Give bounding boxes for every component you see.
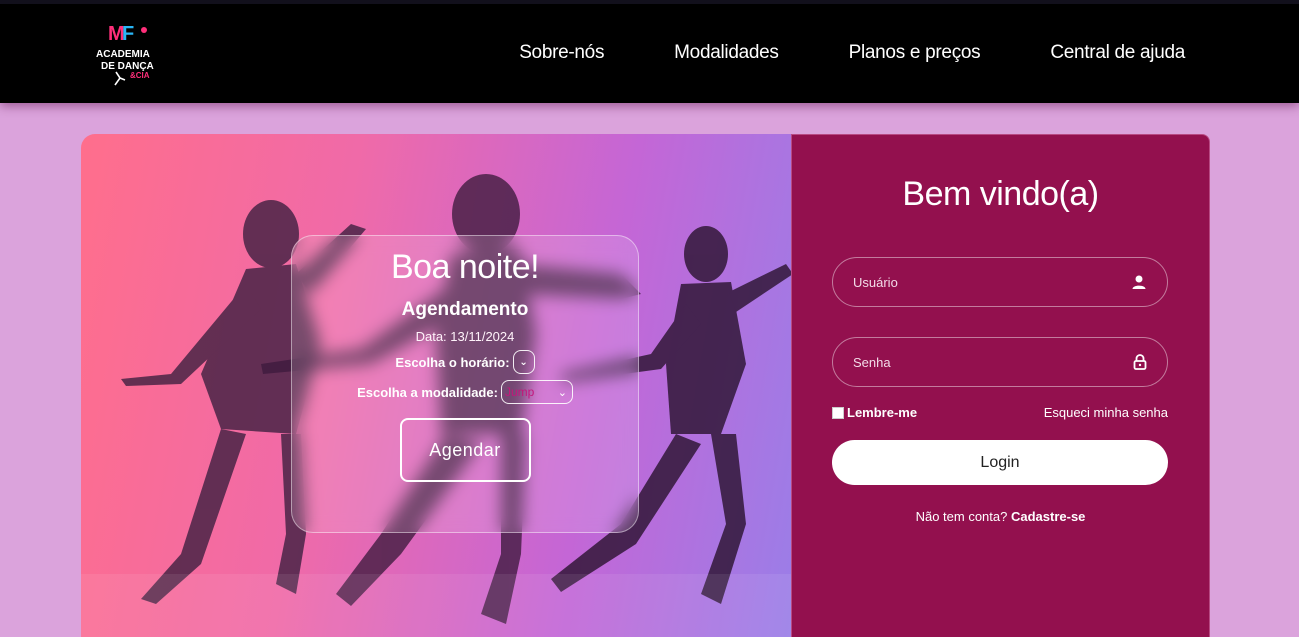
password-input[interactable] [853, 354, 1103, 370]
modality-select[interactable]: Jump ⌄ [500, 380, 573, 404]
remember-me[interactable]: Lembre-me [832, 405, 917, 420]
svg-text:ACADEMIA: ACADEMIA [96, 49, 150, 60]
svg-text:&CIA: &CIA [130, 71, 150, 80]
username-input[interactable] [853, 274, 1103, 290]
modality-label: Escolha a modalidade: [357, 384, 498, 400]
lock-icon [1133, 354, 1147, 370]
nav-link-central-ajuda[interactable]: Central de ajuda [1050, 42, 1185, 64]
academy-logo[interactable]: M F ACADEMIA DE DANÇA &CIA [94, 22, 154, 86]
password-field [832, 337, 1168, 387]
hero-section: Boa noite! Agendamento Data: 13/11/2024 … [81, 134, 793, 637]
top-navbar: M F ACADEMIA DE DANÇA &CIA Sobre-nós Mod… [0, 0, 1299, 103]
svg-text:F: F [122, 23, 134, 45]
username-field [832, 257, 1168, 307]
remember-checkbox[interactable] [832, 406, 844, 419]
modality-row: Escolha a modalidade: Jump ⌄ [292, 380, 638, 404]
welcome-title: Bem vindo(a) [902, 175, 1099, 213]
signup-link[interactable]: Cadastre-se [1011, 509, 1085, 524]
main-nav: Sobre-nós Modalidades Planos e preços Ce… [519, 42, 1185, 64]
schedule-button[interactable]: Agendar [399, 418, 531, 482]
time-row: Escolha o horário: ⌄ [292, 350, 638, 374]
chevron-down-icon: ⌄ [557, 386, 567, 399]
login-panel: Bem vindo(a) Lembre-me Esqueci minha sen… [791, 134, 1210, 637]
booking-card: Boa noite! Agendamento Data: 13/11/2024 … [291, 235, 639, 533]
nav-link-sobre-nos[interactable]: Sobre-nós [519, 42, 604, 64]
nav-link-planos-precos[interactable]: Planos e preços [849, 42, 981, 64]
signup-row: Não tem conta? Cadastre-se [792, 509, 1209, 524]
time-label: Escolha o horário: [395, 354, 510, 370]
forgot-password-link[interactable]: Esqueci minha senha [1044, 405, 1168, 420]
time-select[interactable]: ⌄ [512, 350, 535, 374]
no-account-text: Não tem conta? [915, 509, 1008, 524]
schedule-title: Agendamento [401, 299, 529, 320]
chevron-down-icon: ⌄ [519, 356, 528, 368]
remember-label: Lembre-me [847, 405, 918, 420]
login-button[interactable]: Login [832, 440, 1168, 485]
nav-link-modalidades[interactable]: Modalidades [674, 42, 779, 64]
login-options-row: Lembre-me Esqueci minha senha [832, 405, 1168, 420]
user-icon [1132, 275, 1146, 289]
greeting-title: Boa noite! [390, 248, 540, 286]
schedule-date: Data: 13/11/2024 [415, 329, 515, 344]
modality-value: Jump [504, 385, 535, 399]
